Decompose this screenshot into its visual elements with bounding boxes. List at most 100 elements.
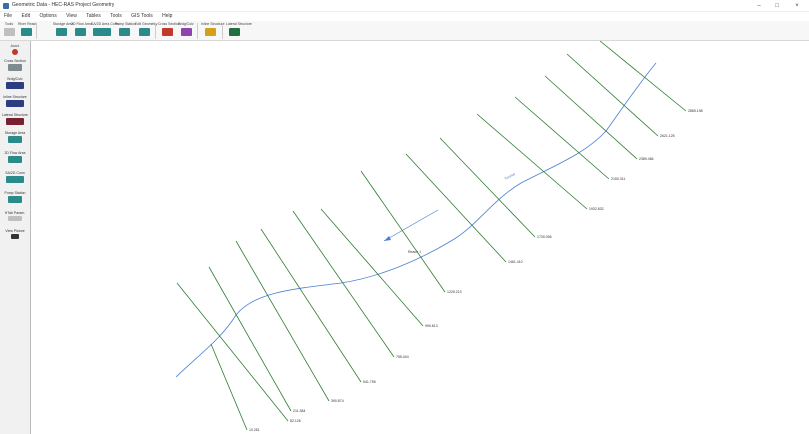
arrow-icon — [3, 28, 15, 36]
sidebar-2d-flow-area-button[interactable]: 2D Flow Area — [2, 151, 28, 163]
cross-section-station-label: 755.404 — [396, 355, 409, 359]
lateral-structure-icon — [228, 28, 240, 36]
junction-icon — [12, 49, 18, 55]
cross-section-line[interactable] — [208, 266, 292, 412]
sidebar-item-label: Pump Station — [4, 191, 26, 195]
sidebar-item-label: Lateral Structure — [2, 113, 28, 117]
sidebar-item-label: Storage Area — [4, 131, 26, 135]
cross-section-station-label: 1932.832 — [589, 207, 604, 211]
cross-section-station-label: 1461.410 — [508, 260, 523, 264]
cross-section-station-label: 390.874 — [331, 399, 344, 403]
cross-section-button[interactable]: Cross Section — [158, 22, 180, 40]
menu-edit[interactable]: Edit — [17, 12, 34, 20]
sidebar-item-label: Cross Section — [4, 59, 26, 63]
cross-section-station-label: 990.813 — [425, 324, 438, 328]
cross-section-icon — [161, 28, 173, 36]
sidebar-storage-area-button[interactable]: Storage Area — [2, 131, 28, 143]
editor-sidebar: Junct. Cross Section Brdg/Culv Inline St… — [0, 41, 31, 434]
sidebar-lateral-structure-button[interactable]: Lateral Structure — [2, 113, 28, 125]
cross-section-line[interactable] — [405, 153, 507, 263]
cross-section-line[interactable] — [210, 343, 248, 431]
2d-flow-area-label: 2D Flow Area — [71, 22, 93, 26]
edit-geometry-label: Edit Geometry — [135, 22, 158, 26]
2d-flow-area-icon — [74, 28, 86, 36]
sa-2d-conn-button[interactable]: SA/2D Area Conn — [91, 22, 119, 40]
sidebar-pump-station-button[interactable]: Pump Station — [2, 191, 28, 203]
pump-station-icon — [118, 28, 130, 36]
menu-file[interactable]: File — [0, 12, 16, 20]
cross-section-line[interactable] — [360, 170, 446, 293]
storage-area-button[interactable]: Storage Area — [53, 22, 74, 40]
menu-view[interactable]: View — [62, 12, 81, 20]
cross-section-line[interactable] — [476, 113, 588, 210]
cross-section-line[interactable] — [566, 53, 659, 137]
cross-section-icon — [8, 64, 22, 71]
sidebar-junction-button[interactable]: Junct. — [2, 44, 28, 55]
cross-section-station-label: 2621.125 — [660, 134, 675, 138]
htab-icon — [8, 216, 22, 221]
title-bar: Geometric Data - HEC-RAS Project Geometr… — [0, 0, 809, 12]
sa-2d-conn-icon — [6, 176, 24, 183]
menu-options[interactable]: Options — [35, 12, 60, 20]
cross-section-line[interactable] — [439, 137, 536, 238]
sidebar-inline-structure-button[interactable]: Inline Structure — [2, 95, 28, 107]
minimize-button[interactable]: – — [752, 1, 766, 11]
cross-section-station-label: 541.755 — [363, 380, 376, 384]
cross-section-line[interactable] — [260, 228, 362, 383]
sidebar-sa-2d-conn-button[interactable]: SA/2D Conn — [2, 171, 28, 183]
lateral-structure-button[interactable]: Lateral Structure — [226, 22, 252, 40]
cross-section-station-label: 211.384 — [293, 409, 305, 413]
flow-arrowhead-icon — [384, 236, 391, 241]
cross-section-station-label: 2389.484 — [639, 157, 654, 161]
river-reach-icon — [20, 28, 32, 36]
cross-section-line[interactable] — [514, 96, 610, 180]
sa-2d-conn-label: SA/2D Area Conn — [91, 22, 119, 26]
storage-area-icon — [8, 136, 22, 143]
toolbar: Tools River Reach Storage Area 2D Flow A… — [0, 21, 809, 59]
cross-section-line[interactable] — [235, 240, 330, 402]
cross-section-label: Cross Section — [158, 22, 180, 26]
sidebar-htab-param-button[interactable]: HTab Param. — [2, 211, 28, 221]
river-centerline[interactable] — [175, 62, 657, 378]
maximize-button[interactable]: □ — [770, 1, 784, 11]
storage-area-icon — [55, 28, 67, 36]
cross-section-line[interactable] — [320, 208, 424, 327]
bridge-culvert-icon — [180, 28, 192, 36]
tools-label: Tools — [4, 22, 14, 26]
menu-tables[interactable]: Tables — [82, 12, 104, 20]
inline-structure-button[interactable]: Inline Structure — [201, 22, 225, 40]
edit-geometry-button[interactable]: Edit Geometry — [135, 22, 158, 40]
menu-bar: File Edit Options View Tables Tools GIS … — [0, 12, 809, 21]
cross-section-line[interactable] — [292, 210, 395, 358]
cross-sections-group: 2865.198 2621.125 2389.484 2150.311 1932.832… — [176, 41, 703, 432]
cross-section-line[interactable] — [176, 282, 289, 422]
sidebar-item-label: 2D Flow Area — [4, 151, 26, 155]
sidebar-cross-section-button[interactable]: Cross Section — [2, 59, 28, 71]
menu-tools[interactable]: Tools — [106, 12, 126, 20]
sidebar-view-picture-button[interactable]: View Picture — [2, 229, 28, 239]
edit-geometry-icon — [138, 28, 150, 36]
2d-flow-area-icon — [8, 156, 22, 163]
cross-section-station-label: 82.126 — [290, 419, 301, 423]
sidebar-bridge-culvert-button[interactable]: Brdg/Culv — [2, 77, 28, 89]
toolbar-separator — [155, 23, 156, 39]
cross-section-line[interactable] — [544, 75, 638, 160]
geometry-schematic[interactable]: Tutorial Reach 1 2865.198 2621.125 2389.48… — [31, 41, 809, 434]
tools-button[interactable]: Tools — [2, 22, 16, 40]
sidebar-item-label: Junct. — [10, 44, 20, 48]
storage-area-label: Storage Area — [53, 22, 74, 26]
close-button[interactable]: × — [790, 1, 804, 11]
bridge-culvert-button[interactable]: Brdg/Culv — [178, 22, 194, 40]
2d-flow-area-button[interactable]: 2D Flow Area — [71, 22, 93, 40]
cross-section-station-label: 1225.213 — [447, 290, 462, 294]
flow-direction-arrow — [383, 209, 439, 242]
sidebar-item-label: SA/2D Conn — [5, 171, 25, 175]
river-reach-button[interactable]: River Reach — [18, 22, 37, 40]
menu-gis-tools[interactable]: GIS Tools — [127, 12, 157, 20]
pump-station-icon — [8, 196, 22, 203]
pump-station-button[interactable]: Pump Station — [115, 22, 136, 40]
sidebar-item-label: Brdg/Culv — [7, 77, 23, 81]
schematic-canvas[interactable]: Tutorial Reach 1 2865.198 2621.125 2389.48… — [31, 41, 809, 434]
cross-section-line[interactable] — [599, 41, 687, 112]
menu-help[interactable]: Help — [158, 12, 176, 20]
